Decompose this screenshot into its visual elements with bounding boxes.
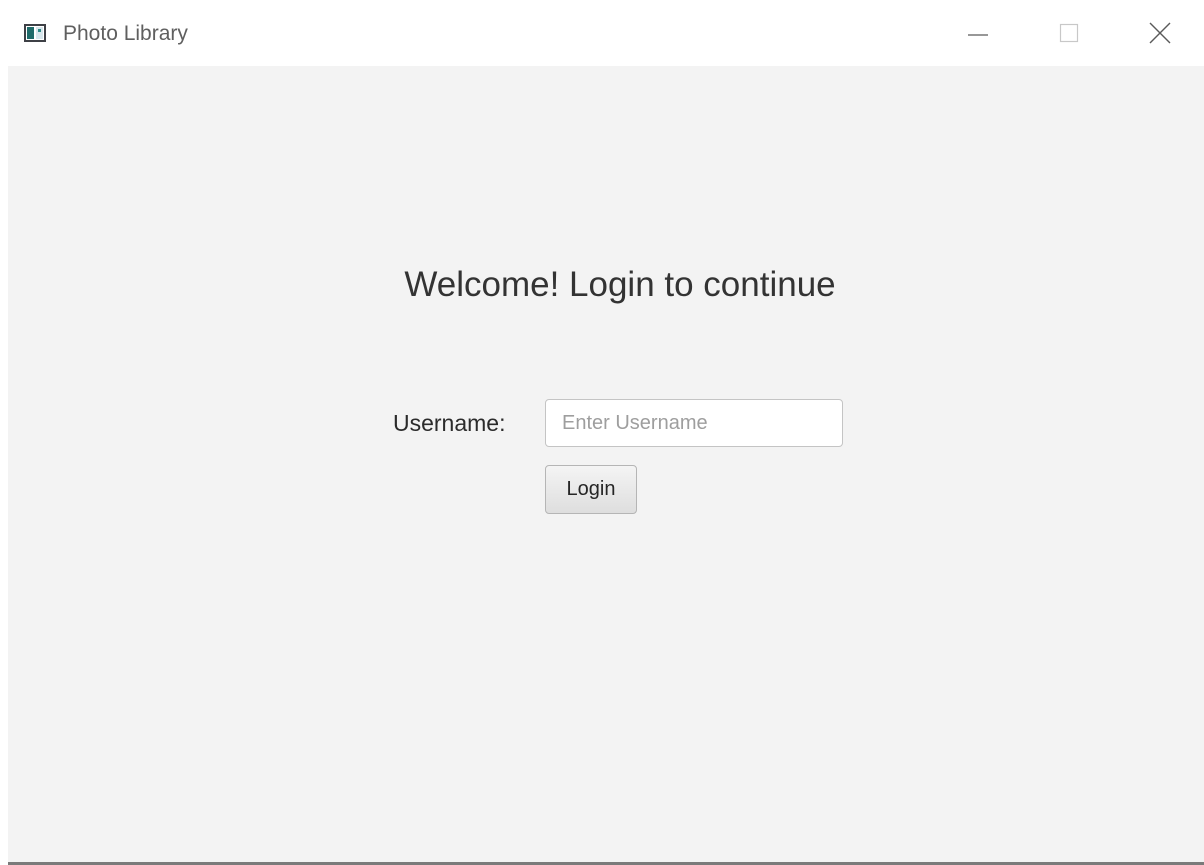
minimize-button[interactable] — [958, 18, 998, 48]
app-window: Photo Library Welcome! Login to continue… — [0, 0, 1204, 865]
welcome-heading: Welcome! Login to continue — [404, 265, 836, 304]
login-button[interactable]: Login — [545, 465, 637, 514]
maximize-icon — [1059, 23, 1079, 43]
username-label: Username: — [393, 410, 506, 436]
close-button[interactable] — [1140, 18, 1180, 48]
close-icon — [1149, 22, 1171, 44]
app-window-icon — [24, 24, 46, 42]
username-input[interactable] — [545, 399, 843, 447]
maximize-button[interactable] — [1049, 18, 1089, 48]
title-bar[interactable]: Photo Library — [0, 0, 1204, 66]
window-title: Photo Library — [63, 22, 188, 45]
login-panel — [8, 66, 1204, 862]
minimize-icon — [968, 34, 988, 36]
